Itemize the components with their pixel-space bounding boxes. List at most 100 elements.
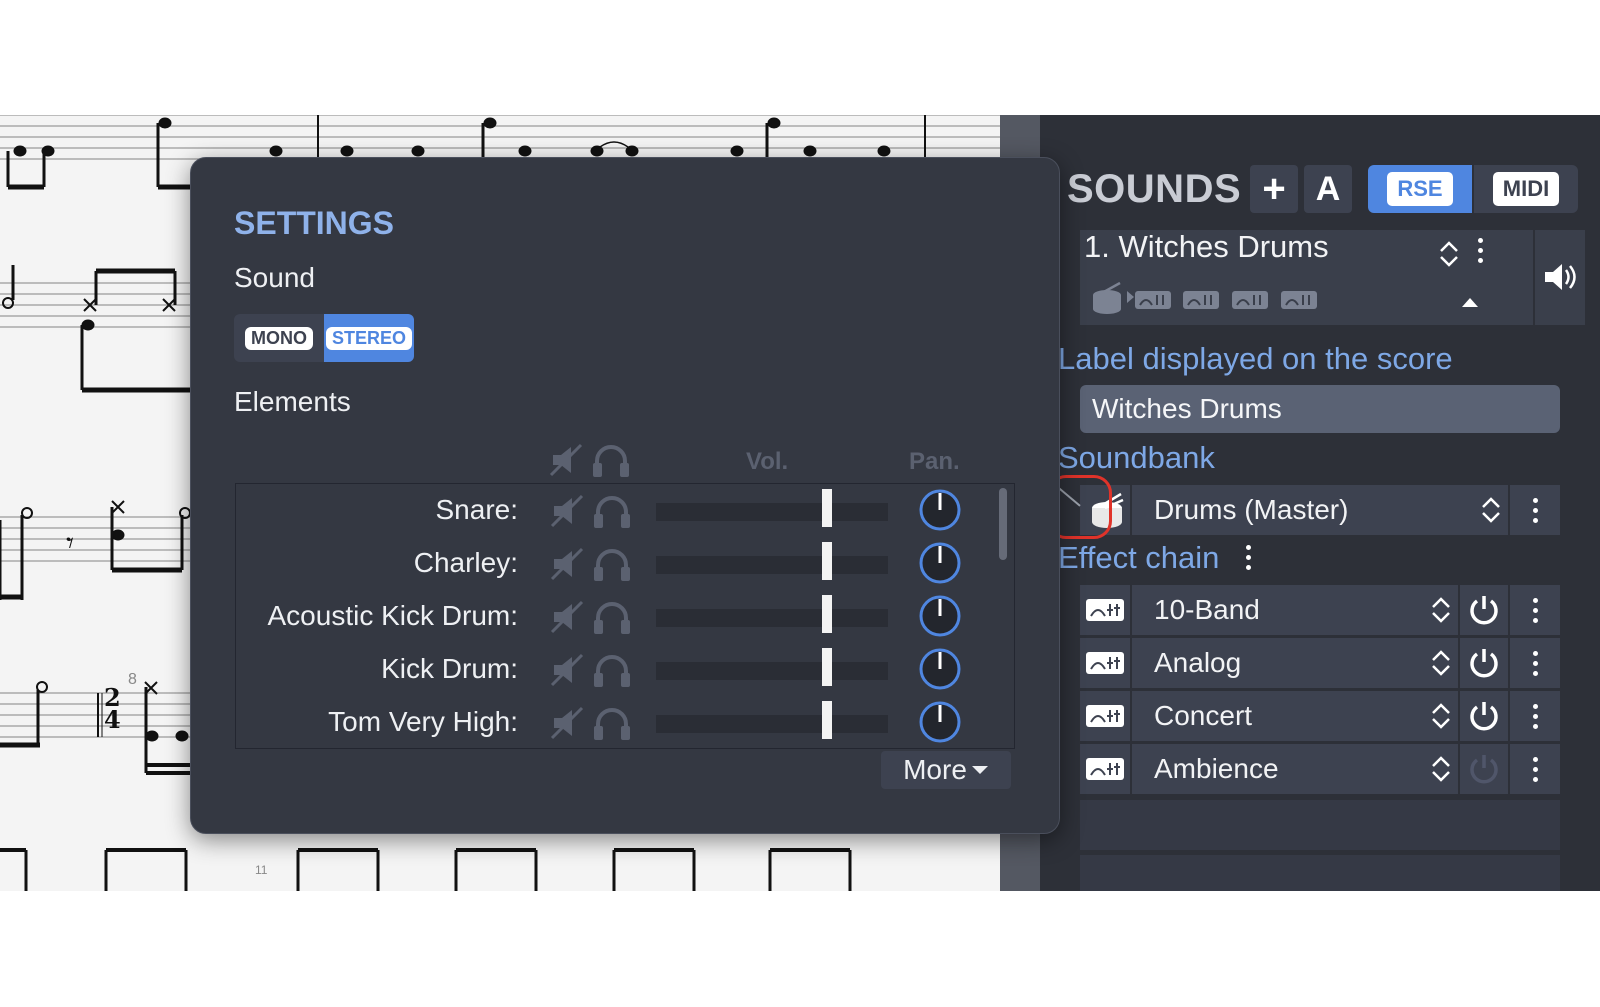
effect-chevron-icon[interactable] — [1430, 595, 1452, 625]
effect-menu-button[interactable] — [1510, 691, 1560, 741]
settings-popover: SETTINGS Sound MONO STEREO Elements Vol.… — [190, 157, 1060, 834]
pan-knob[interactable] — [918, 700, 962, 744]
settings-title: SETTINGS — [234, 205, 395, 241]
effect-row[interactable]: Ambience — [1080, 744, 1560, 794]
solo-headphones-icon[interactable] — [592, 653, 632, 691]
collapse-up-icon[interactable] — [1460, 295, 1480, 309]
effect-row[interactable]: Concert — [1080, 691, 1560, 741]
pan-knob[interactable] — [918, 647, 962, 691]
volume-slider-thumb[interactable] — [822, 595, 832, 633]
stereo-label: STEREO — [325, 326, 412, 350]
mono-button[interactable]: MONO — [234, 314, 324, 362]
kebab-icon — [1532, 597, 1538, 623]
speaker-icon[interactable] — [1541, 260, 1581, 294]
effect-module-icon — [1086, 705, 1124, 727]
element-name: Acoustic Kick Drum: — [267, 600, 519, 631]
effect-select[interactable]: Ambience — [1132, 744, 1458, 794]
effect-row[interactable]: Analog — [1080, 638, 1560, 688]
effect-power-button[interactable] — [1460, 638, 1508, 688]
mute-icon[interactable] — [550, 653, 584, 689]
soundbank-select[interactable]: Drums (Master) — [1132, 485, 1508, 535]
effect-icon-cell[interactable] — [1080, 638, 1130, 688]
effect-chain-mini-icons — [1135, 291, 1317, 309]
soundbank-section-heading: Soundbank — [1058, 440, 1215, 475]
effect-module-icon — [1086, 652, 1124, 674]
time-signature: 2 4 — [104, 686, 121, 732]
mute-icon[interactable] — [550, 706, 584, 742]
track-kebab-icon[interactable] — [1478, 238, 1483, 263]
effect-module-icon — [1086, 758, 1124, 780]
power-icon — [1470, 596, 1498, 625]
effect-power-button[interactable] — [1460, 744, 1508, 794]
volume-slider[interactable] — [656, 662, 888, 680]
effect-module-icon — [1086, 599, 1124, 621]
pan-knob[interactable] — [918, 488, 962, 532]
more-button[interactable]: More — [881, 751, 1011, 789]
volume-slider-thumb[interactable] — [822, 542, 832, 580]
volume-column-header: Vol. — [746, 448, 789, 475]
volume-slider-thumb[interactable] — [822, 648, 832, 686]
element-row: Acoustic Kick Drum: — [236, 594, 996, 647]
track-volume-column[interactable] — [1533, 230, 1585, 325]
volume-slider[interactable] — [656, 503, 888, 521]
effect-chain-menu-icon[interactable] — [1246, 545, 1251, 570]
solo-headphones-icon[interactable] — [592, 706, 632, 744]
pan-knob[interactable] — [918, 541, 962, 585]
soundbank-chevron-icon[interactable] — [1480, 495, 1502, 525]
element-name: Snare: — [435, 494, 519, 525]
effect-chevron-icon[interactable] — [1430, 754, 1452, 784]
volume-slider[interactable] — [656, 609, 888, 627]
empty-effect-slot[interactable] — [1080, 855, 1560, 891]
mute-icon[interactable] — [550, 600, 584, 636]
volume-slider-thumb[interactable] — [822, 489, 832, 527]
stereo-button[interactable]: STEREO — [324, 314, 414, 362]
volume-slider[interactable] — [656, 556, 888, 574]
auto-button[interactable]: A — [1304, 165, 1352, 213]
track-name[interactable]: 1. Witches Drums — [1084, 229, 1329, 265]
effect-select[interactable]: 10-Band — [1132, 585, 1458, 635]
pan-column-header: Pan. — [909, 448, 960, 475]
elements-scrollbar[interactable] — [999, 488, 1007, 560]
empty-effect-slot[interactable] — [1080, 800, 1560, 850]
mute-icon[interactable] — [550, 547, 584, 583]
solo-all-icon — [593, 445, 629, 477]
power-icon — [1470, 649, 1498, 678]
mono-stereo-toggle[interactable]: MONO STEREO — [234, 314, 414, 362]
effect-icon-cell[interactable] — [1080, 585, 1130, 635]
kebab-icon — [1532, 756, 1538, 782]
effect-menu-button[interactable] — [1510, 585, 1560, 635]
effect-chevron-icon[interactable] — [1430, 648, 1452, 678]
add-sound-button[interactable]: + — [1250, 165, 1298, 213]
track-select-chevron-icon[interactable] — [1438, 239, 1460, 269]
power-icon — [1470, 755, 1498, 784]
effect-select[interactable]: Analog — [1132, 638, 1458, 688]
midi-label: MIDI — [1492, 172, 1560, 206]
volume-slider-thumb[interactable] — [822, 701, 832, 739]
score-label-input[interactable]: Witches Drums — [1080, 385, 1560, 433]
soundbank-row[interactable]: Drums (Master) — [1080, 485, 1560, 535]
solo-headphones-icon[interactable] — [592, 600, 632, 638]
effect-menu-button[interactable] — [1510, 744, 1560, 794]
elements-header-icons — [549, 443, 629, 477]
mute-icon[interactable] — [550, 494, 584, 530]
rse-toggle[interactable]: RSE — [1368, 165, 1472, 213]
effect-icon-cell[interactable] — [1080, 691, 1130, 741]
element-row: Kick Drum: — [236, 647, 996, 700]
effect-icon-cell[interactable] — [1080, 744, 1130, 794]
volume-slider[interactable] — [656, 715, 888, 733]
midi-toggle[interactable]: MIDI — [1474, 165, 1578, 213]
effect-power-button[interactable] — [1460, 691, 1508, 741]
effect-power-button[interactable] — [1460, 585, 1508, 635]
elements-list[interactable]: Snare: Charley: Acoustic Kick Drum: Kick Dr… — [235, 483, 1015, 749]
pan-knob[interactable] — [918, 594, 962, 638]
effect-chevron-icon[interactable] — [1430, 701, 1452, 731]
effect-select[interactable]: Concert — [1132, 691, 1458, 741]
effect-chain-heading: Effect chain — [1058, 540, 1220, 575]
kebab-icon — [1532, 703, 1538, 729]
solo-headphones-icon[interactable] — [592, 494, 632, 532]
effect-menu-button[interactable] — [1510, 638, 1560, 688]
element-row: Tom Very High: — [236, 700, 996, 748]
effect-row[interactable]: 10-Band — [1080, 585, 1560, 635]
soundbank-menu-button[interactable] — [1510, 485, 1560, 535]
solo-headphones-icon[interactable] — [592, 547, 632, 585]
